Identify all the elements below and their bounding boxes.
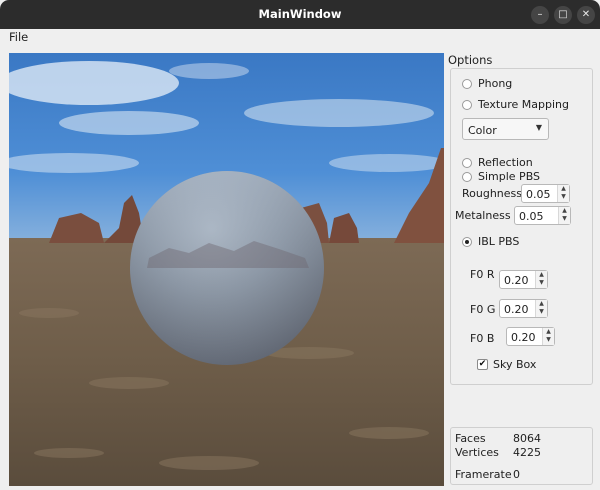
reflection-label: Reflection [478,156,533,169]
f0r-value: 0.20 [504,274,529,287]
f0g-label: F0 G [470,303,496,316]
window-title: MainWindow [258,7,342,21]
spin-arrows-icon[interactable]: ▲ ▼ [535,300,547,317]
spin-arrows-icon[interactable]: ▲ ▼ [542,328,554,345]
framerate-label: Framerate [455,468,512,481]
texture-mapping-radio[interactable]: Texture Mapping [462,98,569,111]
spin-arrows-icon[interactable]: ▲ ▼ [558,207,570,224]
skybox-checkbox[interactable]: ✔ Sky Box [477,358,536,371]
f0r-label: F0 R [470,268,495,281]
close-icon: ✕ [581,9,591,20]
spin-arrows-icon[interactable]: ▲ ▼ [557,185,569,202]
ibl-pbs-label: IBL PBS [478,235,520,248]
spin-arrows-icon[interactable]: ▲ ▼ [535,271,547,288]
metalness-spinbox[interactable]: 0.05 ▲ ▼ [514,206,571,225]
f0g-value: 0.20 [504,303,529,316]
faces-label: Faces [455,432,486,445]
roughness-value: 0.05 [526,188,551,201]
cloud [244,99,434,127]
chevron-down-icon: ▼ [535,123,542,132]
roughness-spinbox[interactable]: 0.05 ▲ ▼ [521,184,570,203]
framerate-value: 0 [513,468,520,481]
radio-indicator [462,171,472,182]
radio-indicator [462,157,472,168]
texture-mapping-label: Texture Mapping [478,98,569,111]
cloud [329,154,444,172]
title-bar[interactable]: MainWindow – □ ✕ [0,0,600,29]
skybox-label: Sky Box [493,358,537,371]
vertices-value: 4225 [513,446,541,459]
faces-value: 8064 [513,432,541,445]
minimize-icon: – [537,9,543,20]
maximize-icon: □ [558,9,568,20]
texture-mode-combo[interactable]: Color ▼ [462,118,549,140]
menu-file[interactable]: File [9,30,28,44]
simple-pbs-label: Simple PBS [478,170,541,183]
radio-indicator [462,78,472,89]
f0b-value: 0.20 [511,331,536,344]
scene-render [9,53,444,486]
options-header: Options [448,53,493,67]
metalness-label: Metalness [455,209,511,222]
reflection-radio[interactable]: Reflection [462,156,533,169]
radio-indicator [462,99,472,110]
phong-radio[interactable]: Phong [462,77,512,90]
menu-bar: File [0,29,600,45]
metalness-value: 0.05 [519,210,544,223]
close-button[interactable]: ✕ [577,6,595,24]
maximize-button[interactable]: □ [554,6,572,24]
check-icon: ✔ [477,359,488,370]
phong-label: Phong [478,77,513,90]
render-viewport[interactable] [9,53,444,486]
ibl-pbs-radio[interactable]: IBL PBS [462,235,519,248]
f0b-spinbox[interactable]: 0.20 ▲ ▼ [506,327,555,346]
radio-indicator [462,236,472,247]
f0b-label: F0 B [470,332,495,345]
simple-pbs-radio[interactable]: Simple PBS [462,170,540,183]
cloud [169,63,249,79]
f0g-spinbox[interactable]: 0.20 ▲ ▼ [499,299,548,318]
roughness-label: Roughness [462,187,523,200]
minimize-button[interactable]: – [531,6,549,24]
cloud [59,111,199,135]
vertices-label: Vertices [455,446,499,459]
f0r-spinbox[interactable]: 0.20 ▲ ▼ [499,270,548,289]
texture-mode-value: Color [468,124,497,137]
